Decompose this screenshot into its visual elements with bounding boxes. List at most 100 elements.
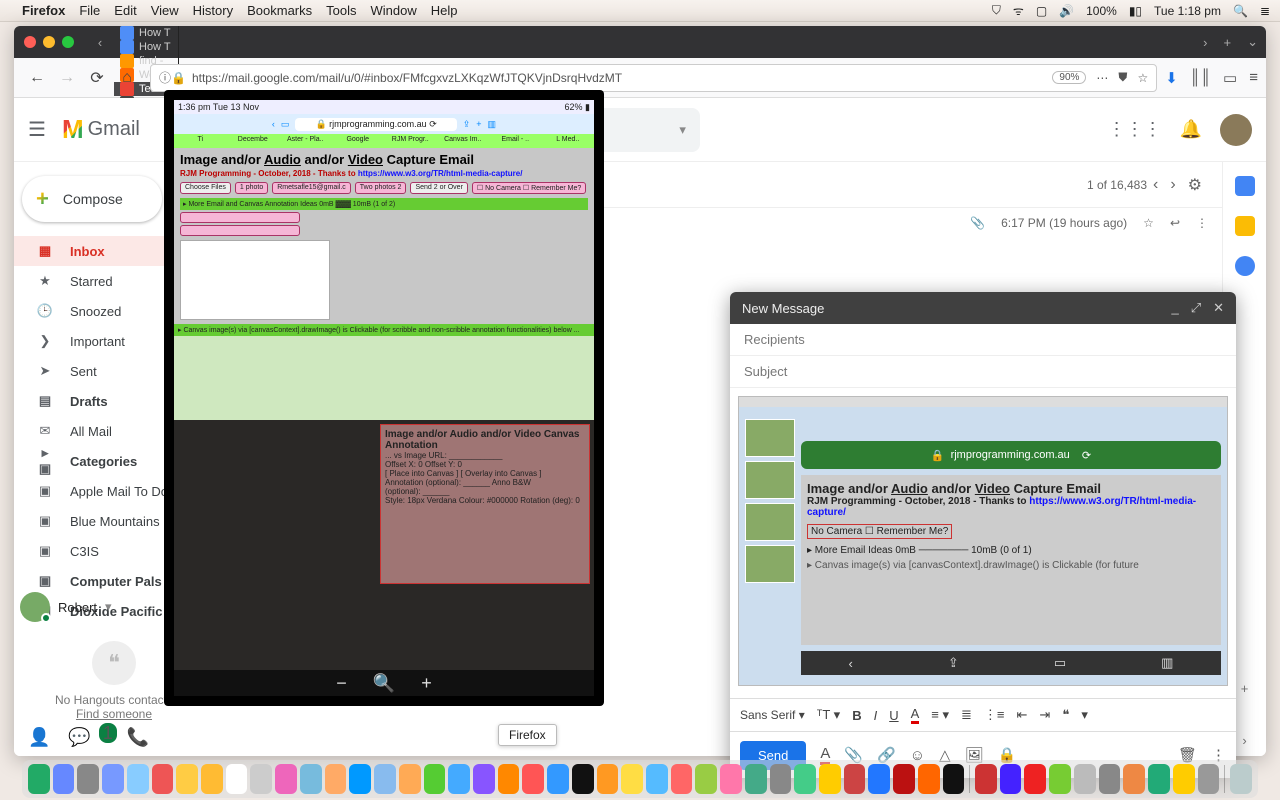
dock-app-icon[interactable] — [102, 764, 124, 794]
window-controls[interactable] — [14, 26, 86, 58]
zoom-window-icon[interactable] — [62, 36, 74, 48]
dock-app-icon[interactable] — [374, 764, 396, 794]
dock-app-icon[interactable] — [1074, 764, 1096, 794]
gmail-logo[interactable]: M Gmail — [62, 114, 140, 145]
dock-app-icon[interactable] — [794, 764, 816, 794]
subject-field[interactable]: Subject — [730, 356, 1236, 388]
menu-file[interactable]: File — [79, 3, 100, 18]
hangouts-chat-icon[interactable]: 💬1 — [68, 727, 108, 748]
indent-less-icon[interactable]: ⇤ — [1017, 707, 1028, 723]
browser-tab[interactable]: How T — [114, 26, 179, 40]
dock-app-icon[interactable] — [176, 764, 198, 794]
protection-icon[interactable]: ⛊ — [1118, 70, 1127, 85]
bold-icon[interactable]: B — [852, 708, 861, 723]
wifi-icon[interactable]: ᯤ — [1013, 2, 1024, 19]
next-message-icon[interactable]: › — [1170, 176, 1175, 194]
tab-overflow-icon[interactable]: › — [1195, 35, 1215, 50]
home-button[interactable]: ⌂ — [112, 69, 142, 87]
volume-icon[interactable]: 🔊 — [1059, 4, 1074, 18]
apps-grid-icon[interactable]: ⋮⋮⋮ — [1108, 119, 1162, 140]
dock-app-icon[interactable] — [226, 764, 248, 794]
quote-icon[interactable]: ❝ — [1062, 707, 1069, 723]
italic-icon[interactable]: I — [874, 708, 878, 723]
keep-addon-icon[interactable] — [1235, 216, 1255, 236]
menu-window[interactable]: Window — [371, 3, 417, 18]
info-icon[interactable]: ⓘ — [159, 69, 171, 86]
dock-app-icon[interactable] — [1123, 764, 1145, 794]
tab-back-icon[interactable]: ‹ — [86, 26, 114, 58]
dock-app-icon[interactable] — [522, 764, 544, 794]
dock-app-icon[interactable] — [349, 764, 371, 794]
dock-app-icon[interactable] — [893, 764, 915, 794]
recipients-field[interactable]: Recipients — [730, 324, 1236, 356]
dock-app-icon[interactable] — [77, 764, 99, 794]
hangouts-call-icon[interactable]: 📞 — [127, 727, 149, 748]
compose-body[interactable]: 🔒 rjmprogramming.com.au ⟳ Image and/or A… — [730, 388, 1236, 698]
underline-icon[interactable]: U — [889, 708, 898, 723]
compose-button[interactable]: + Compose — [22, 176, 162, 222]
dock-app-icon[interactable] — [152, 764, 174, 794]
new-tab-icon[interactable]: + — [1216, 35, 1240, 50]
dock-app-icon[interactable] — [1099, 764, 1121, 794]
bulleted-list-icon[interactable]: ⋮≡ — [984, 707, 1005, 723]
reload-button[interactable]: ⟳ — [82, 68, 112, 88]
dock-app-icon[interactable] — [671, 764, 693, 794]
dock-app-icon[interactable] — [275, 764, 297, 794]
dock-app-icon[interactable] — [1173, 764, 1195, 794]
font-select[interactable]: Sans Serif ▾ — [740, 708, 805, 722]
macos-dock[interactable] — [22, 760, 1258, 798]
font-size-icon[interactable]: ᵀT ▾ — [817, 707, 840, 723]
menu-edit[interactable]: Edit — [114, 3, 136, 18]
dock-app-icon[interactable] — [1024, 764, 1046, 794]
menubar-app[interactable]: Firefox — [22, 3, 65, 18]
notifications-icon[interactable]: 🔔 — [1180, 119, 1202, 140]
dock-app-icon[interactable] — [28, 764, 50, 794]
dock-app-icon[interactable] — [819, 764, 841, 794]
close-window-icon[interactable] — [24, 36, 36, 48]
menu-tools[interactable]: Tools — [326, 3, 356, 18]
dock-app-icon[interactable] — [844, 764, 866, 794]
dock-app-icon[interactable] — [424, 764, 446, 794]
reply-icon[interactable]: ↩ — [1170, 216, 1180, 230]
numbered-list-icon[interactable]: ≣ — [961, 707, 972, 723]
calendar-addon-icon[interactable] — [1235, 176, 1255, 196]
dock-app-icon[interactable] — [448, 764, 470, 794]
dock-app-icon[interactable] — [621, 764, 643, 794]
compose-minimize-icon[interactable]: _ — [1171, 300, 1178, 316]
dock-app-icon[interactable] — [399, 764, 421, 794]
hangouts-contacts-icon[interactable]: 👤 — [28, 727, 50, 748]
dock-app-icon[interactable] — [498, 764, 520, 794]
text-color-icon[interactable]: A — [911, 706, 920, 724]
trash-icon[interactable] — [1230, 764, 1252, 794]
format-more-icon[interactable]: ▾ — [1081, 707, 1088, 723]
dock-app-icon[interactable] — [597, 764, 619, 794]
bookmark-star-icon[interactable]: ☆ — [1137, 71, 1148, 85]
dock-app-icon[interactable] — [770, 764, 792, 794]
reader-icon[interactable]: ▭ — [1223, 69, 1237, 87]
dock-app-icon[interactable] — [473, 764, 495, 794]
menubar-clock[interactable]: Tue 1:18 pm — [1154, 4, 1221, 18]
zoom-badge[interactable]: 90% — [1052, 71, 1086, 84]
dock-app-icon[interactable] — [1049, 764, 1071, 794]
get-addons-icon[interactable]: + — [1241, 681, 1249, 696]
star-message-icon[interactable]: ☆ — [1143, 216, 1154, 230]
dock-app-icon[interactable] — [720, 764, 742, 794]
compose-expand-icon[interactable]: ⤢ — [1191, 300, 1201, 316]
dock-app-icon[interactable] — [127, 764, 149, 794]
more-icon[interactable]: ⋮ — [1196, 216, 1208, 230]
user-menu-caret-icon[interactable]: ▾ — [105, 599, 112, 615]
url-bar[interactable]: ⓘ 🔒 https://mail.google.com/mail/u/0/#in… — [150, 64, 1157, 92]
dock-app-icon[interactable] — [547, 764, 569, 794]
downloads-icon[interactable]: ⬇ — [1165, 69, 1178, 87]
expand-rail-icon[interactable]: › — [1242, 733, 1246, 748]
page-actions-icon[interactable]: ⋯ — [1096, 71, 1108, 85]
menu-hamburger-icon[interactable]: ≡ — [1249, 69, 1258, 86]
align-icon[interactable]: ≡ ▾ — [931, 707, 949, 723]
dock-app-icon[interactable] — [868, 764, 890, 794]
dock-app-icon[interactable] — [572, 764, 594, 794]
compose-close-icon[interactable]: ✕ — [1213, 300, 1224, 316]
hangouts-user[interactable]: Robert ▾ — [20, 592, 112, 622]
settings-gear-icon[interactable]: ⚙ — [1188, 175, 1202, 195]
menu-view[interactable]: View — [151, 3, 179, 18]
search-options-icon[interactable]: ▾ — [679, 122, 686, 138]
